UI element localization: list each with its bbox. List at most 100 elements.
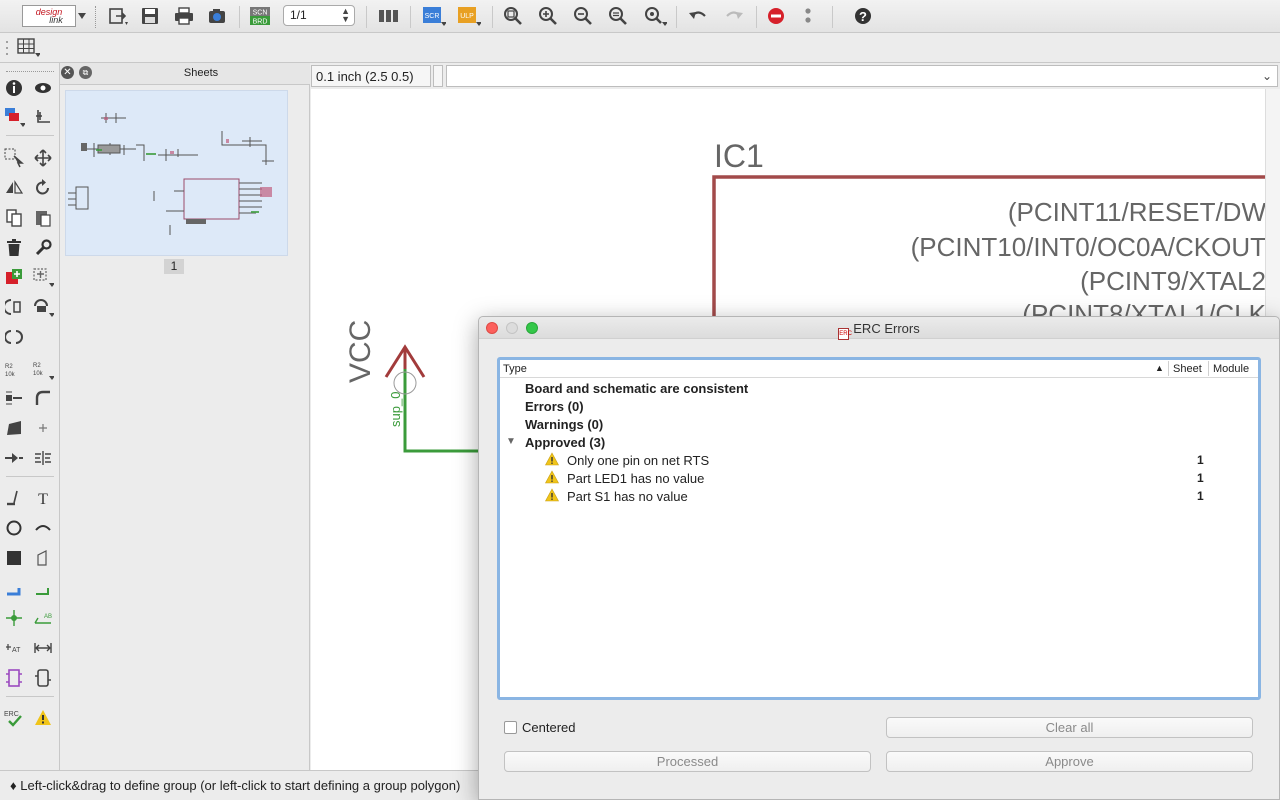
row-label: Errors (0): [525, 399, 584, 414]
info-icon[interactable]: [3, 77, 25, 99]
undo-icon[interactable]: [686, 5, 710, 27]
expand-triangle-icon[interactable]: ▼: [506, 436, 516, 447]
erc-icon[interactable]: ERC: [3, 707, 25, 729]
rectangle-icon[interactable]: [3, 547, 25, 569]
gateswap-icon[interactable]: [32, 296, 54, 318]
column-type[interactable]: Type: [503, 363, 527, 375]
tree-row-approved-item[interactable]: Part S1 has no value 1: [500, 488, 1258, 506]
open-icon[interactable]: [106, 5, 130, 27]
sheet-thumbnail-preview: [68, 113, 274, 235]
command-line-input[interactable]: ⌄: [446, 65, 1278, 87]
zoom-select-icon[interactable]: [643, 5, 667, 27]
clear-all-button[interactable]: Clear all: [886, 717, 1253, 738]
net-icon[interactable]: [32, 577, 54, 599]
ulp-bar-icon[interactable]: [376, 5, 400, 27]
brd-label: BRD: [253, 19, 268, 26]
tree-row-approved-item[interactable]: Only one pin on net RTS 1: [500, 452, 1258, 470]
save-icon[interactable]: [138, 5, 162, 27]
toolbox-separator: [6, 476, 54, 477]
zoom-out-icon[interactable]: [571, 5, 595, 27]
sheet-thumbnail[interactable]: [65, 90, 288, 256]
split-icon[interactable]: [3, 417, 25, 439]
module-icon[interactable]: [32, 667, 54, 689]
change-icon[interactable]: [32, 237, 54, 259]
tree-row-approved-item[interactable]: Part LED1 has no value 1: [500, 470, 1258, 488]
ulp-icon[interactable]: ULP: [457, 5, 481, 27]
centered-checkbox[interactable]: [504, 721, 517, 734]
pinswap-icon[interactable]: [3, 326, 25, 348]
supply-pin-label: sup_0: [388, 392, 403, 427]
arc-icon[interactable]: [32, 517, 54, 539]
paste-icon[interactable]: [32, 207, 54, 229]
toolbar-separator: [366, 6, 367, 28]
tree-row-warnings[interactable]: Warnings (0): [500, 416, 1258, 434]
frame-icon[interactable]: [3, 667, 25, 689]
text-icon[interactable]: T: [32, 487, 54, 509]
delete-icon[interactable]: [3, 237, 25, 259]
sheet-selector[interactable]: 1/1 ▲ ▼: [283, 5, 355, 26]
add-part-icon[interactable]: [3, 266, 25, 288]
mark-icon[interactable]: [32, 106, 54, 128]
tree-row-errors[interactable]: Errors (0): [500, 398, 1258, 416]
grid-icon[interactable]: [16, 36, 40, 58]
invoke-icon[interactable]: [3, 296, 25, 318]
cam-icon[interactable]: [205, 5, 229, 27]
align-icon[interactable]: [32, 447, 54, 469]
pin-label-1: (PCINT11/RESET/DW: [1008, 197, 1267, 227]
label-icon[interactable]: AB: [32, 607, 54, 629]
row-sheet: 1: [1197, 471, 1204, 485]
slice-icon[interactable]: [3, 447, 25, 469]
scn-brd-icon[interactable]: SCN BRD: [248, 5, 272, 27]
erc-tree-view[interactable]: Type ▲ Sheet Module Board and schematic …: [497, 357, 1261, 700]
value-icon[interactable]: R2 10k: [32, 359, 54, 381]
column-module[interactable]: Module: [1213, 363, 1249, 375]
centered-label: Centered: [522, 720, 576, 735]
zoom-redraw-icon[interactable]: [606, 5, 630, 27]
zoom-fit-icon[interactable]: [501, 5, 525, 27]
svg-text:AB: AB: [44, 614, 52, 620]
dimension-icon[interactable]: [32, 637, 54, 659]
circle-icon[interactable]: [3, 517, 25, 539]
logo-dropdown-icon[interactable]: [76, 5, 88, 27]
errors-warning-icon[interactable]: [32, 707, 54, 729]
column-separator: [1208, 361, 1209, 376]
tree-row-approved[interactable]: ▼ Approved (3): [500, 434, 1258, 452]
display-layers-icon[interactable]: [3, 106, 25, 128]
junction-icon[interactable]: [3, 607, 25, 629]
coordinate-display: 0.1 inch (2.5 0.5): [311, 65, 431, 87]
group-icon[interactable]: [3, 147, 25, 169]
bus-icon[interactable]: [3, 577, 25, 599]
print-icon[interactable]: [172, 5, 196, 27]
dialog-titlebar[interactable]: ERCERC Errors: [479, 317, 1279, 340]
logo-text-bottom: link: [49, 15, 63, 25]
name-icon[interactable]: R2 10k: [3, 359, 25, 381]
optimize-icon[interactable]: [32, 417, 54, 439]
show-icon[interactable]: [32, 77, 54, 99]
polygon-icon[interactable]: [32, 547, 54, 569]
zoom-in-icon[interactable]: [536, 5, 560, 27]
chevron-down-icon[interactable]: ⌄: [1262, 69, 1272, 83]
approve-button[interactable]: Approve: [886, 751, 1253, 772]
processed-button[interactable]: Processed: [504, 751, 871, 772]
miter-icon[interactable]: [32, 387, 54, 409]
part-name-label: IC1: [714, 138, 764, 174]
smash-icon[interactable]: [3, 387, 25, 409]
replace-icon[interactable]: [32, 266, 54, 288]
sort-ascending-icon[interactable]: ▲: [1155, 363, 1164, 373]
attribute-icon[interactable]: AT: [3, 637, 25, 659]
tree-row-consistent[interactable]: Board and schematic are consistent: [500, 380, 1258, 398]
sheet-number[interactable]: 1: [164, 259, 184, 274]
line-icon[interactable]: [3, 487, 25, 509]
stop-icon[interactable]: [764, 5, 788, 27]
mirror-icon[interactable]: [3, 177, 25, 199]
copy-icon[interactable]: [3, 207, 25, 229]
column-sheet[interactable]: Sheet: [1173, 363, 1202, 375]
redo-icon[interactable]: [722, 5, 746, 27]
help-icon[interactable]: ?: [851, 5, 875, 27]
design-link-logo[interactable]: design link: [22, 5, 76, 27]
status-message: ♦ Left-click&drag to define group (or le…: [10, 778, 460, 793]
rotate-icon[interactable]: [32, 177, 54, 199]
script-icon[interactable]: SCR: [422, 5, 446, 27]
more-icon[interactable]: [796, 5, 820, 27]
move-icon[interactable]: [32, 147, 54, 169]
